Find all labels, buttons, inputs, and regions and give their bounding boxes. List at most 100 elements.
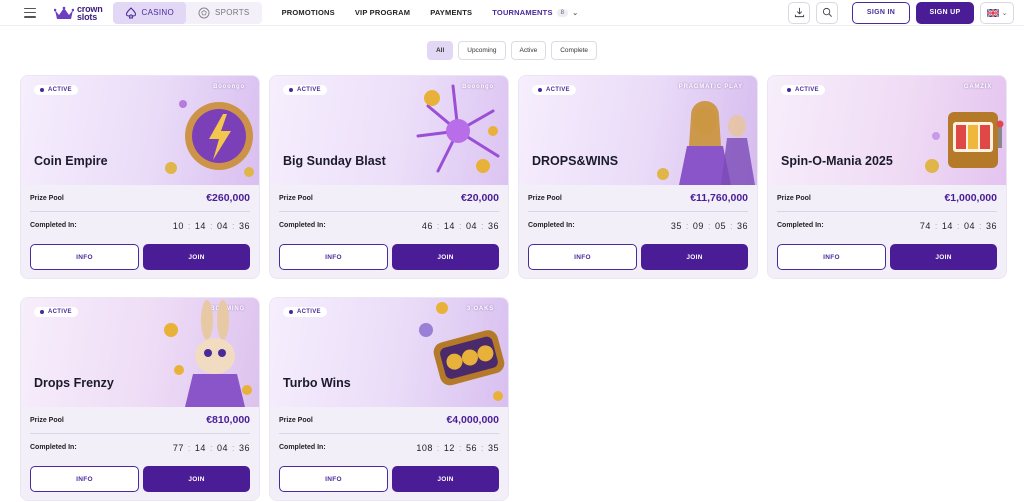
timer-seconds: 36 [238,220,250,231]
countdown-timer: 10: 14: 04: 36 [172,220,250,231]
tournament-banner[interactable]: ACTIVE BGAMING Drops Frenzy [21,298,259,407]
tournament-grid: ACTIVE Booongo Coin Empire Prize Pool €2… [20,75,1007,501]
filter-all[interactable]: All [426,41,454,60]
status-label: ACTIVE [795,87,819,93]
info-button[interactable]: INFO [30,466,139,492]
tournament-banner[interactable]: ACTIVE 3 OAKS Turbo Wins [270,298,508,407]
prize-pool-label: Prize Pool [30,416,64,424]
timer-days: 35 [670,220,682,231]
game-artwork [419,302,505,401]
tournament-banner[interactable]: ACTIVE GAMZIX Spin-O-Mania 2025 [768,76,1006,185]
status-badge: ACTIVE [283,85,327,95]
completed-in-label: Completed In: [30,222,77,229]
tab-sports-label: SPORTS [215,8,250,17]
sign-up-button[interactable]: SIGN UP [916,1,974,24]
tab-casino-label: CASINO [141,8,174,17]
prize-pool-label: Prize Pool [30,194,64,202]
info-button[interactable]: INFO [528,244,637,270]
logo-line2: slots [77,11,98,22]
card-actions: INFO JOIN [777,244,997,270]
search-icon [822,7,832,17]
timer-hours: 14 [194,442,206,453]
filter-upcoming[interactable]: Upcoming [458,41,506,60]
uk-flag-icon [986,8,999,17]
card-actions: INFO JOIN [528,244,748,270]
sign-in-button[interactable]: SIGN IN [852,1,910,24]
nav-vip-program[interactable]: VIP PROGRAM [355,8,410,17]
prize-pool-label: Prize Pool [279,416,313,424]
card-actions: INFO JOIN [30,244,250,270]
status-badge: ACTIVE [34,307,78,317]
join-button[interactable]: JOIN [641,244,748,270]
tournament-body: Prize Pool €11,760,000 Completed In: 35:… [519,185,757,270]
info-button[interactable]: INFO [279,244,388,270]
tournament-body: Prize Pool €1,000,000 Completed In: 74: … [768,185,1006,270]
timer-hours: 14 [194,220,206,231]
logo[interactable]: crown slots [54,4,103,22]
info-button[interactable]: INFO [279,466,388,492]
timer-minutes: 04 [963,220,975,231]
timer-days: 77 [172,442,184,453]
prize-pool-value: €20,000 [461,192,499,204]
prize-pool-label: Prize Pool [528,194,562,202]
download-button[interactable] [788,1,810,24]
product-tabs: CASINO SPORTS [112,1,262,24]
countdown-row: Completed In: 35: 09: 05: 36 [528,212,748,239]
game-artwork [164,300,252,407]
timer-seconds: 36 [736,220,748,231]
spade-icon [125,6,136,18]
info-button[interactable]: INFO [30,244,139,270]
status-badge: ACTIVE [34,85,78,95]
timer-seconds: 36 [985,220,997,231]
tournament-title: Turbo Wins [283,376,351,390]
nav-tournaments-label: TOURNAMENTS [492,8,553,17]
countdown-row: Completed In: 108: 12: 56: 35 [279,434,499,461]
countdown-timer: 108: 12: 56: 35 [416,442,499,453]
timer-minutes: 04 [216,442,228,453]
language-selector[interactable]: ⌄ [980,1,1014,24]
join-button[interactable]: JOIN [392,244,499,270]
prize-pool-value: €260,000 [206,192,250,204]
join-button[interactable]: JOIN [143,244,250,270]
status-label: ACTIVE [48,309,72,315]
countdown-timer: 35: 09: 05: 36 [670,220,748,231]
filter-active[interactable]: Active [510,41,547,60]
status-label: ACTIVE [297,309,321,315]
nav-tournaments[interactable]: TOURNAMENTS 8 ⌄ [492,8,578,17]
menu-icon[interactable] [24,7,36,18]
tab-sports[interactable]: SPORTS [186,2,262,24]
main-nav: PROMOTIONS VIP PROGRAM PAYMENTS TOURNAME… [282,8,579,17]
card-actions: INFO JOIN [279,244,499,270]
countdown-timer: 46: 14: 04: 36 [421,220,499,231]
search-button[interactable] [816,1,838,24]
prize-pool-value: €810,000 [206,414,250,426]
tournament-banner[interactable]: ACTIVE Booongo Coin Empire [21,76,259,185]
prize-pool-row: Prize Pool €20,000 [279,185,499,212]
join-button[interactable]: JOIN [392,466,499,492]
download-icon [794,7,804,18]
status-badge: ACTIVE [532,85,576,95]
join-button[interactable]: JOIN [143,466,250,492]
filter-complete[interactable]: Complete [551,41,598,60]
nav-payments[interactable]: PAYMENTS [430,8,472,17]
tournament-title: DROPS&WINS [532,154,619,168]
timer-days: 108 [416,442,433,453]
status-badge: ACTIVE [781,85,825,95]
countdown-timer: 77: 14: 04: 36 [172,442,250,453]
timer-hours: 12 [443,442,455,453]
tournament-title: Drops Frenzy [34,376,114,390]
game-artwork [925,112,1004,173]
tournament-banner[interactable]: ACTIVE Booongo Big Sunday Blast [270,76,508,185]
tournament-banner[interactable]: ACTIVE PRAGMATIC PLAY DROPS&WINS [519,76,757,185]
info-button[interactable]: INFO [777,244,886,270]
nav-promotions[interactable]: PROMOTIONS [282,8,335,17]
completed-in-label: Completed In: [528,222,575,229]
status-label: ACTIVE [48,87,72,93]
tournament-filters: All Upcoming Active Complete [0,41,1024,60]
tab-casino[interactable]: CASINO [112,1,186,24]
game-artwork [416,84,500,173]
timer-minutes: 05 [714,220,726,231]
join-button[interactable]: JOIN [890,244,997,270]
prize-pool-row: Prize Pool €4,000,000 [279,407,499,434]
tournaments-count-badge: 8 [556,8,569,17]
